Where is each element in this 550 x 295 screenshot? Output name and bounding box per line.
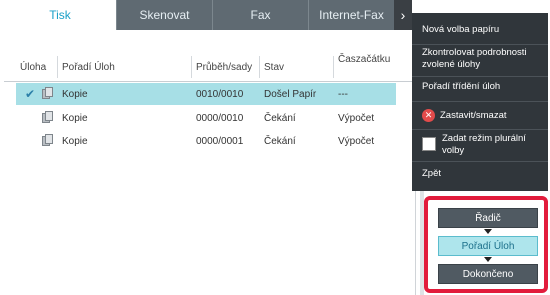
header-divider xyxy=(333,56,334,78)
header-start-time: Čas začátku xyxy=(338,52,396,82)
job-name: Kopie xyxy=(62,112,88,124)
header-job: Úloha xyxy=(20,61,47,73)
action-menu: Nová volba papíru Zkontrolovat podrobnos… xyxy=(412,13,548,191)
menu-item-new-paper[interactable]: Nová volba papíru xyxy=(422,24,546,36)
job-name: Kopie xyxy=(62,88,88,100)
header-divider xyxy=(57,56,58,78)
plural-mode-checkbox[interactable] xyxy=(422,137,436,151)
menu-divider xyxy=(412,129,548,130)
menu-divider xyxy=(412,101,548,102)
header-divider xyxy=(259,56,260,78)
job-status: Čekání xyxy=(264,112,296,124)
header-status: Stav xyxy=(264,61,285,73)
job-order-button[interactable]: Pořadí Úloh xyxy=(438,236,538,256)
header-start-time-line1: Čas xyxy=(338,54,356,65)
tab-bar: Tisk Skenovat Fax Internet-Fax xyxy=(4,0,394,30)
job-name: Kopie xyxy=(62,135,88,147)
job-progress: 0000/0001 xyxy=(196,135,244,147)
job-status: Čekání xyxy=(264,135,296,147)
table-row[interactable]: Kopie 0000/0010 Čekání Výpočet xyxy=(16,107,396,129)
header-divider xyxy=(191,56,192,78)
arrow-down-icon xyxy=(484,229,492,234)
job-status-screen: Tisk Skenovat Fax Internet-Fax › Úloha P… xyxy=(0,0,550,295)
copy-job-icon xyxy=(42,134,54,148)
menu-item-sort-order[interactable]: Pořadí třídění úloh xyxy=(422,81,546,93)
job-start-time: Výpočet xyxy=(338,112,375,124)
menu-divider xyxy=(412,44,548,45)
table-row[interactable]: ✔ Kopie 0010/0010 Došel Papír --- xyxy=(16,83,396,105)
tab-scan[interactable]: Skenovat xyxy=(116,0,212,30)
table-row[interactable]: Kopie 0000/0001 Čekání Výpočet xyxy=(16,130,396,152)
tab-internet-fax[interactable]: Internet-Fax xyxy=(308,0,394,30)
menu-item-plural-mode[interactable]: Zadat režim plurální volby xyxy=(442,133,544,157)
job-table: Úloha Pořadí Úloh Průběh/sady Stav Čas z… xyxy=(4,30,416,295)
header-start-time-line2: začátku xyxy=(355,54,391,65)
header-job-order: Pořadí Úloh xyxy=(62,61,115,73)
tab-print[interactable]: Tisk xyxy=(4,0,116,30)
driver-button[interactable]: Řadič xyxy=(438,208,538,228)
table-header: Úloha Pořadí Úloh Průběh/sady Stav Čas z… xyxy=(4,52,416,82)
menu-item-check-details[interactable]: Zkontrolovat podrobnosti zvolené úlohy xyxy=(422,47,546,71)
menu-item-stop-delete[interactable]: Zastavit/smazat xyxy=(440,110,544,122)
copy-job-icon xyxy=(42,87,54,101)
menu-divider xyxy=(412,76,548,77)
job-start-time: --- xyxy=(338,88,348,100)
job-start-time: Výpočet xyxy=(338,135,375,147)
stop-x-icon: ✕ xyxy=(422,109,435,122)
chevron-right-icon[interactable]: › xyxy=(394,0,412,30)
tab-fax[interactable]: Fax xyxy=(212,0,308,30)
copy-job-icon xyxy=(42,111,54,125)
job-status: Došel Papír xyxy=(264,88,317,100)
sort-panel: Řadič Pořadí Úloh Dokončeno xyxy=(424,196,548,293)
job-progress: 0000/0010 xyxy=(196,112,244,124)
arrow-down-icon xyxy=(484,257,492,262)
job-progress: 0010/0010 xyxy=(196,88,244,100)
completed-button[interactable]: Dokončeno xyxy=(438,264,538,284)
menu-divider xyxy=(412,161,548,162)
check-icon: ✔ xyxy=(25,87,36,101)
menu-item-back[interactable]: Zpět xyxy=(422,168,546,180)
header-progress: Průběh/sady xyxy=(196,61,253,73)
